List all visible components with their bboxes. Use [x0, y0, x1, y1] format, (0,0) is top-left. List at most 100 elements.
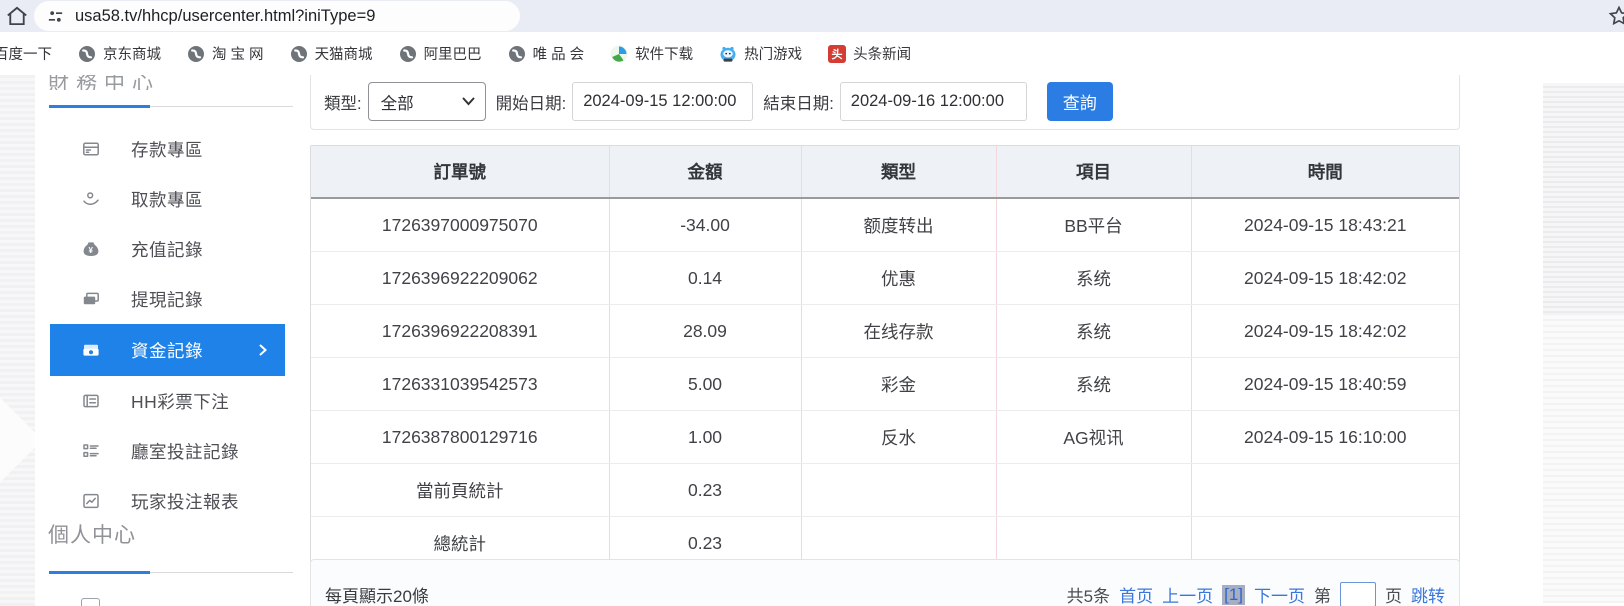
- table-cell: 2024-09-15 18:42:02: [1191, 305, 1459, 358]
- address-bar[interactable]: usa58.tv/hhcp/usercenter.html?iniType=9: [34, 1, 520, 31]
- svg-text:¥: ¥: [89, 246, 94, 255]
- table-cell: 系统: [996, 358, 1191, 411]
- recharge-icon: ¥: [81, 239, 101, 259]
- sidebar-item-label: 存款專區: [131, 137, 203, 162]
- column-header: 項目: [996, 146, 1191, 198]
- table-cell: 0.23: [609, 464, 801, 517]
- table-cell: 2024-09-15 16:10:00: [1191, 411, 1459, 464]
- clipped-sidebar-icon: [81, 598, 100, 606]
- table-cell: AG视讯: [996, 411, 1191, 464]
- bookmark-label: 阿里巴巴: [424, 43, 482, 64]
- bookmark-label: 淘 宝 网: [212, 43, 264, 64]
- bookmark-item[interactable]: 百度一下: [0, 43, 52, 64]
- table-cell: 在线存款: [801, 305, 996, 358]
- sidebar-item-deposit[interactable]: 存款專區: [35, 124, 285, 174]
- chevron-down-icon: [462, 97, 475, 106]
- bookmark-item[interactable]: 淘 宝 网: [187, 43, 264, 64]
- bookmark-item[interactable]: 阿里巴巴: [399, 43, 482, 64]
- lottery-icon: [81, 391, 101, 411]
- bookmark-item[interactable]: 京东商城: [78, 43, 161, 64]
- home-icon[interactable]: [4, 3, 30, 29]
- bookmark-star-icon[interactable]: [1607, 4, 1624, 28]
- sidebar-item-label: HH彩票下注: [131, 389, 229, 414]
- globe-favicon-icon: [187, 45, 205, 63]
- bookmark-item[interactable]: 热门游戏: [719, 43, 802, 64]
- prev-page-link[interactable]: 上一页: [1162, 582, 1213, 606]
- browser-toolbar: usa58.tv/hhcp/usercenter.html?iniType=9: [0, 0, 1624, 32]
- software-favicon-icon: [610, 45, 628, 63]
- bookmark-item[interactable]: 软件下载: [610, 43, 693, 64]
- table-cell: 2024-09-15 18:40:59: [1191, 358, 1459, 411]
- table-cell: 彩金: [801, 358, 996, 411]
- table-cell: -34.00: [609, 198, 801, 252]
- end-date-input[interactable]: [840, 82, 1027, 121]
- table-cell: 0.14: [609, 252, 801, 305]
- column-header: 訂單號: [311, 146, 609, 198]
- table-cell: 额度转出: [801, 198, 996, 252]
- sidebar-section-personal: 個人中心: [48, 519, 136, 549]
- column-header: 時間: [1191, 146, 1459, 198]
- table-cell: [996, 464, 1191, 517]
- globe-favicon-icon: [78, 45, 96, 63]
- globe-favicon-icon: [508, 45, 526, 63]
- table-cell: [801, 464, 996, 517]
- chevron-right-icon: [257, 344, 269, 356]
- table-cell: 优惠: [801, 252, 996, 305]
- jump-link[interactable]: 跳转: [1411, 582, 1445, 606]
- bookmark-item[interactable]: 头头条新闻: [828, 43, 911, 64]
- bookmark-label: 头条新闻: [853, 43, 911, 64]
- sidebar-item-label: 資金記錄: [131, 338, 203, 363]
- deposit-icon: [81, 139, 101, 159]
- sidebar-item-withdraw[interactable]: 取款專區: [35, 174, 285, 224]
- start-date-input[interactable]: [572, 82, 753, 121]
- next-page-link[interactable]: 下一页: [1254, 582, 1305, 606]
- jump-suffix-text: 页: [1385, 582, 1402, 606]
- column-header: 金額: [609, 146, 801, 198]
- records-table-panel: 訂單號金額類型項目時間 1726397000975070-34.00额度转出BB…: [310, 145, 1460, 570]
- bookmark-item[interactable]: 天猫商城: [290, 43, 373, 64]
- records-table: 訂單號金額類型項目時間 1726397000975070-34.00额度转出BB…: [311, 146, 1459, 569]
- bookmark-item[interactable]: 唯 品 会: [508, 43, 585, 64]
- jump-prefix-text: 第: [1314, 582, 1331, 606]
- table-cell: 5.00: [609, 358, 801, 411]
- globe-favicon-icon: [399, 45, 417, 63]
- url-text: usa58.tv/hhcp/usercenter.html?iniType=9: [75, 7, 375, 26]
- sidebar-item-cash[interactable]: 提現記錄: [35, 274, 285, 324]
- page-content: 財務中心 存款專區取款專區 ¥充值記錄提現記錄資金記錄 HH彩票下注廳室投註記錄玩家…: [0, 75, 1624, 606]
- cash-icon: [81, 289, 101, 309]
- table-row: 當前頁統計0.23: [311, 464, 1459, 517]
- table-cell: 系统: [996, 252, 1191, 305]
- type-select[interactable]: 全部: [368, 82, 486, 121]
- end-date-label: 結束日期:: [763, 90, 834, 114]
- sidebar-item-funds[interactable]: 資金記錄: [50, 324, 285, 376]
- sidebar-item-label: 取款專區: [131, 187, 203, 212]
- table-cell: 1726397000975070: [311, 198, 609, 252]
- report-icon: [81, 491, 101, 511]
- sidebar-item-label: 玩家投注報表: [131, 489, 239, 514]
- table-cell: [1191, 464, 1459, 517]
- table-cell: 反水: [801, 411, 996, 464]
- sidebar-item-recharge[interactable]: ¥充值記錄: [35, 224, 285, 274]
- bookmark-label: 唯 品 会: [533, 43, 585, 64]
- page-size-text: 每頁顯示20條: [325, 582, 429, 606]
- sidebar-item-lottery[interactable]: HH彩票下注: [35, 376, 285, 426]
- sidebar-item-hall[interactable]: 廳室投註記錄: [35, 426, 285, 476]
- table-header-row: 訂單號金額類型項目時間: [311, 146, 1459, 198]
- column-header: 類型: [801, 146, 996, 198]
- table-cell: 1726396922208391: [311, 305, 609, 358]
- type-label: 類型:: [324, 90, 362, 114]
- current-page-indicator: [1]: [1222, 585, 1245, 605]
- table-cell: 2024-09-15 18:43:21: [1191, 198, 1459, 252]
- page-jump-input[interactable]: [1340, 582, 1376, 606]
- first-page-link[interactable]: 首页: [1119, 582, 1153, 606]
- pagination-panel: 每頁顯示20條 共5条 首页 上一页 [1] 下一页 第 页 跳转: [310, 559, 1460, 606]
- svg-text:头: 头: [832, 47, 843, 61]
- background-texture-right: [1543, 83, 1624, 313]
- table-cell: 1726387800129716: [311, 411, 609, 464]
- table-cell: 28.09: [609, 305, 801, 358]
- table-row: 17263878001297161.00反水AG视讯2024-09-15 16:…: [311, 411, 1459, 464]
- table-cell: 1726331039542573: [311, 358, 609, 411]
- sidebar-section-finance: 財務中心: [48, 75, 160, 90]
- tune-icon[interactable]: [46, 7, 65, 26]
- search-button[interactable]: 查詢: [1047, 82, 1113, 121]
